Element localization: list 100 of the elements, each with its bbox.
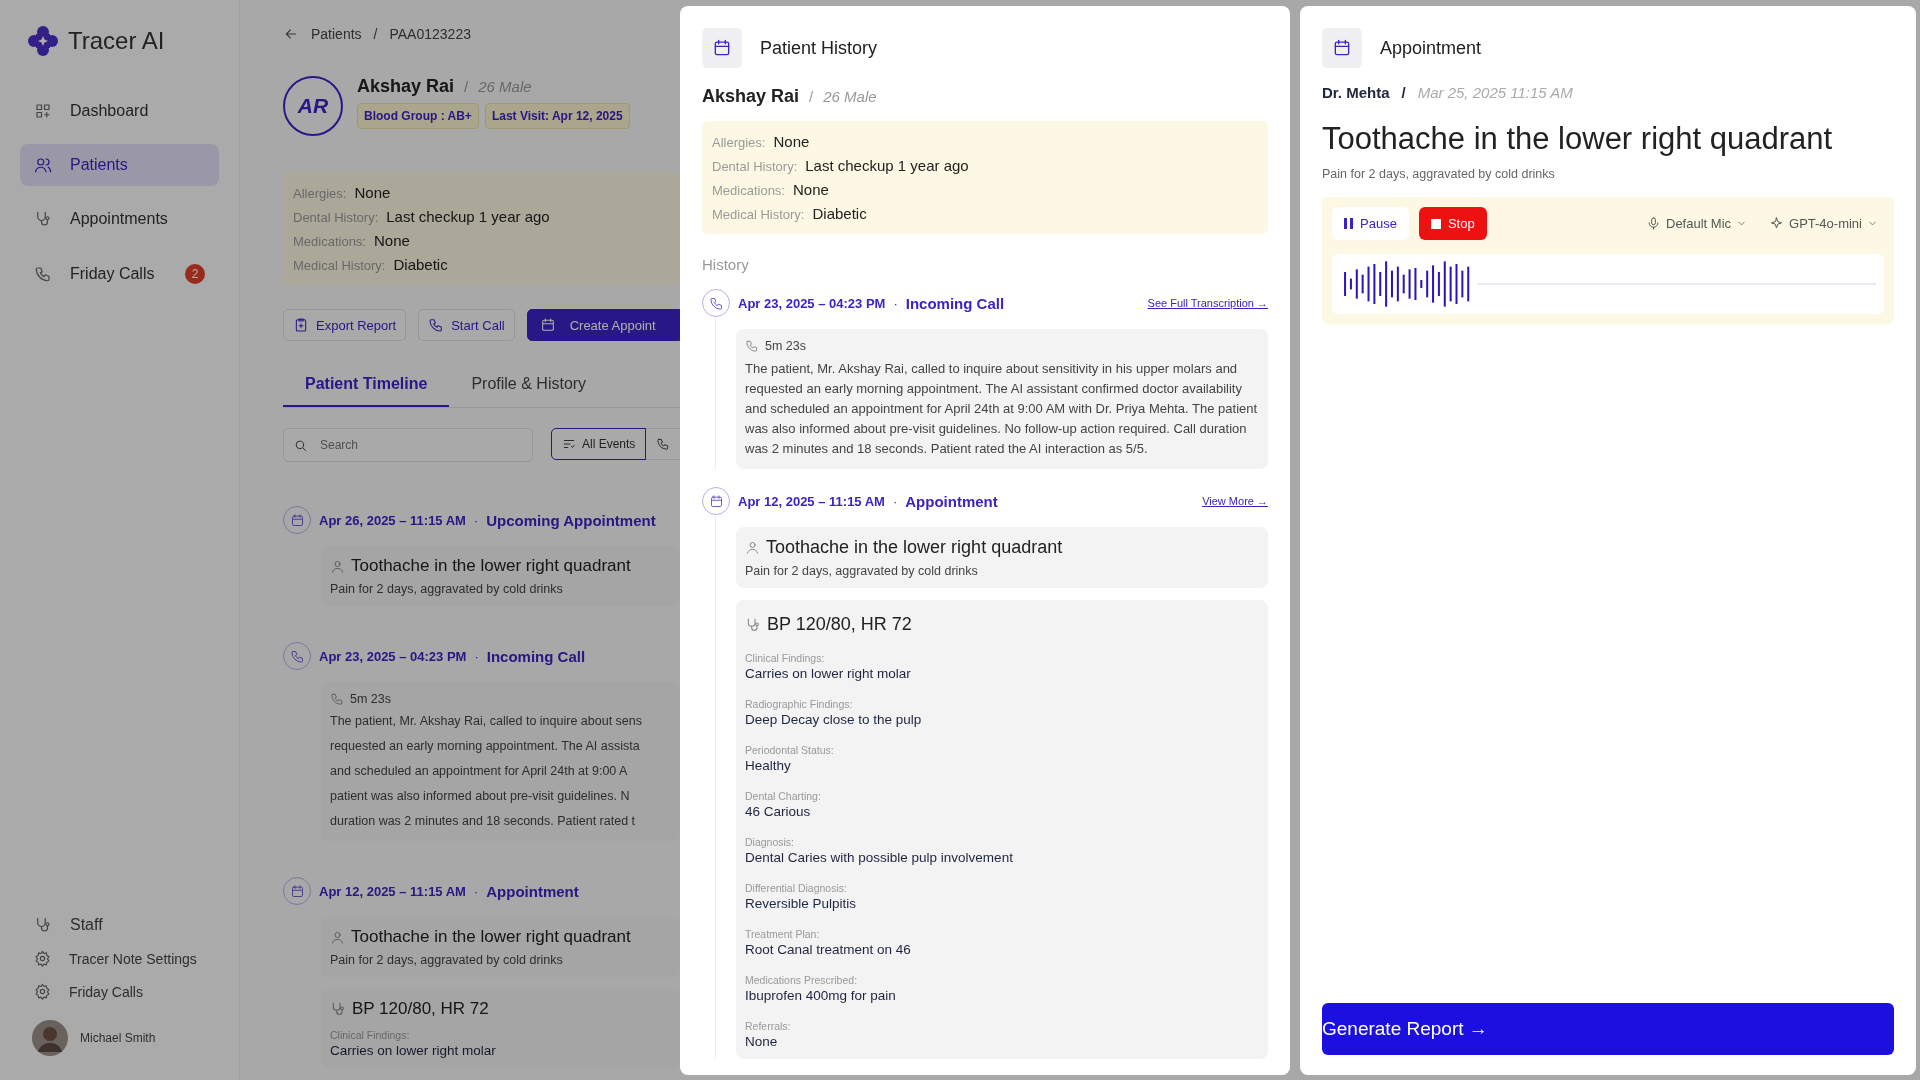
call-duration: 5m 23s	[350, 692, 391, 706]
sparkle-icon	[1769, 216, 1785, 231]
field-value: Deep Decay close to the pulp	[745, 712, 923, 727]
phone-icon	[656, 437, 671, 451]
field-value: Carries on lower right molar	[745, 666, 912, 681]
count-badge: 2	[185, 264, 205, 284]
patient-meta: 26 Male	[478, 78, 532, 95]
field-label: Periodontal Status:	[745, 744, 835, 756]
field-value: Root Canal treatment on 46	[745, 942, 912, 957]
nav-item[interactable]: Patients	[20, 144, 219, 186]
nav-item[interactable]: Tracer Note Settings	[20, 948, 219, 969]
call-summary: patient was also informed about pre-visit guidelines. N	[330, 788, 631, 805]
call-summary: The patient, Mr. Akshay Rai, called to inquire about sens	[330, 713, 643, 730]
breadcrumb-link[interactable]: Patients	[311, 26, 362, 42]
info-value: None	[773, 133, 810, 150]
tab[interactable]: Patient Timeline	[283, 375, 450, 407]
person-icon	[330, 558, 345, 574]
separator-dot: ·	[893, 295, 898, 311]
field-value: Carries on lower right molar	[330, 1043, 497, 1058]
microphone-dropdown[interactable]: Default Mic	[1640, 212, 1754, 235]
call-summary: requested an early morning appointment. The AI assista	[330, 738, 641, 755]
complaint-title: Toothache in the lower right quadrant	[766, 537, 1063, 558]
phone-icon	[745, 339, 759, 353]
patient-tag: Last Visit: Apr 12, 2025	[484, 103, 630, 129]
patient-tag: Blood Group : AB+	[357, 103, 479, 129]
person-icon	[330, 929, 345, 945]
stop-button[interactable]: Stop	[1418, 207, 1487, 240]
field-value: None	[745, 1034, 779, 1049]
appointment-datetime: Mar 25, 2025 11:15 AM	[1417, 84, 1573, 101]
gear-icon	[34, 950, 51, 967]
field-label: Medications Prescribed:	[745, 974, 859, 986]
field-label: Treatment Plan:	[745, 928, 821, 940]
call-summary: The patient, Mr. Akshay Rai, called to inquire about sensitivity in his upper molars and requested an early morning appointment. The AI assistant confirmed doctor availability and scheduled an appointment for April 24th at 9:00 AM with Dr. Priya Mehta. The patient was also informed about pre-visit guidelines. No follow-up action required. Call duration was 2 minutes and 18 seconds. Patient rated the AI interaction as 5/5.	[745, 360, 1259, 458]
grid-icon	[34, 102, 52, 120]
event-type: Appointment	[905, 492, 998, 510]
users-icon	[34, 156, 52, 174]
action-button[interactable]: Create Appoint	[526, 309, 680, 341]
nav-item[interactable]: Friday Calls	[20, 981, 219, 1002]
info-label: Medications:	[293, 234, 366, 249]
filter-chip[interactable]	[646, 428, 682, 460]
complaint-title: Toothache in the lower right quadrant	[351, 556, 631, 576]
separator: /	[809, 88, 814, 105]
brand-name: Tracer AI	[68, 27, 165, 55]
person-icon	[745, 540, 760, 555]
separator: /	[1401, 84, 1406, 101]
separator-dot: ·	[892, 493, 898, 509]
vitals-title: BP 120/80, HR 72	[352, 999, 489, 1019]
appointment-description: Pain for 2 days, aggravated by cold drinks	[1322, 167, 1556, 181]
user-name: Michael Smith	[80, 1031, 156, 1045]
patient-avatar: AR	[283, 76, 343, 136]
stethoscope-icon	[34, 916, 52, 934]
logo-icon	[28, 26, 58, 56]
microphone-icon	[1646, 216, 1661, 231]
event-type: Appointment	[486, 882, 579, 900]
event-date: Apr 12, 2025 – 11:15 AM	[319, 883, 466, 899]
filter-chip[interactable]: All Events	[551, 428, 647, 460]
phone-icon	[34, 265, 52, 283]
event-link[interactable]: See Full Transcription →	[1147, 297, 1268, 309]
action-button[interactable]: Export Report	[283, 309, 407, 341]
field-value: Ibuprofen 400mg for pain	[745, 988, 897, 1003]
info-label: Allergies:	[712, 135, 766, 150]
call-summary: duration was 2 minutes and 18 seconds. Patient rated t	[330, 813, 637, 830]
field-label: Differential Diagnosis:	[745, 882, 848, 894]
info-label: Medical History:	[293, 258, 386, 273]
phone-icon	[330, 692, 344, 706]
info-value: None	[374, 232, 410, 249]
section-label: History	[702, 256, 750, 273]
info-value: Last checkup 1 year ago	[805, 157, 969, 174]
call-duration: 5m 23s	[765, 339, 806, 353]
separator: /	[464, 78, 469, 95]
nav-item[interactable]: Staff	[20, 914, 219, 936]
separator-dot: ·	[474, 648, 479, 664]
stethoscope-icon	[745, 616, 761, 633]
search-field[interactable]: Search	[283, 428, 533, 462]
event-type: Incoming Call	[905, 294, 1005, 312]
gear-icon	[34, 983, 51, 1000]
action-button[interactable]: Start Call	[418, 309, 515, 341]
info-label: Medications:	[712, 183, 785, 198]
generate-report-button[interactable]: Generate Report →	[1322, 1003, 1894, 1055]
model-dropdown[interactable]: GPT-4o-mini	[1763, 212, 1884, 235]
separator-dot: ·	[473, 512, 479, 528]
pause-button[interactable]: Pause	[1332, 207, 1409, 240]
info-value: None	[793, 181, 829, 198]
stethoscope-icon	[330, 1001, 346, 1017]
nav-item[interactable]: Appointments	[20, 198, 219, 240]
event-link[interactable]: View More →	[1202, 495, 1268, 507]
panel-title: Patient History	[760, 37, 878, 59]
info-label: Dental History:	[293, 210, 379, 225]
info-label: Allergies:	[293, 186, 347, 201]
event-date: Apr 26, 2025 – 11:15 AM	[319, 512, 466, 528]
tab[interactable]: Profile & History	[449, 375, 609, 407]
info-value: Diabetic	[393, 256, 448, 273]
breadcrumb-separator: /	[373, 26, 378, 42]
field-label: Radiographic Findings:	[745, 698, 854, 710]
nav-item[interactable]: Friday Calls 2	[20, 252, 219, 296]
vitals-title: BP 120/80, HR 72	[767, 614, 912, 635]
field-label: Diagnosis:	[745, 836, 796, 848]
nav-item[interactable]: Dashboard	[20, 90, 219, 132]
info-label: Medical History:	[712, 207, 805, 222]
breadcrumb-current: PAA0123223	[389, 26, 471, 42]
